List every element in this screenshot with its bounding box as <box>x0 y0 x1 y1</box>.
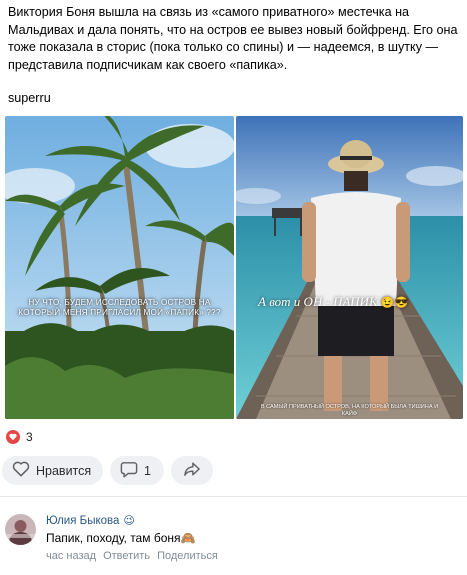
comment-count: 1 <box>144 463 151 478</box>
reactions-count: 3 <box>26 430 33 444</box>
comment-time[interactable]: час назад <box>46 550 96 562</box>
comment-author-name[interactable]: Юлия Быкова <box>46 515 119 527</box>
post-text: Виктория Боня вышла на связь из «самого … <box>8 5 458 72</box>
comment-text: Папик, походу, там боня🙈 <box>46 531 196 545</box>
share-icon <box>183 461 201 480</box>
comment-button[interactable]: 1 <box>110 456 164 485</box>
like-button[interactable]: Нравится <box>2 456 103 485</box>
heart-icon <box>6 430 20 444</box>
photo-right-small-caption: В САМЫЙ ПРИВАТНЫЙ ОСТРОВ, НА КОТОРЫЙ БЫЛ… <box>260 404 439 417</box>
share-link[interactable]: Поделиться <box>157 550 218 562</box>
like-label: Нравится <box>36 463 92 478</box>
post-source: superru <box>8 91 51 105</box>
comment-icon <box>120 461 138 481</box>
divider <box>0 496 467 497</box>
photo-palm-trees[interactable]: НУ ЧТО, БУДЕМ ИССЛЕДОВАТЬ ОСТРОВ НА КОТО… <box>5 116 234 419</box>
photo-pier[interactable]: А вот и ОН - ПАПИК 😉😎 В САМЫЙ ПРИВАТНЫЙ … <box>236 116 463 419</box>
avatar[interactable] <box>5 514 36 545</box>
comment-meta: час назад Ответить Поделиться <box>46 550 218 562</box>
photo-right-caption: А вот и ОН - ПАПИК 😉😎 <box>258 294 409 309</box>
comment-author-emoji: 😉 <box>123 515 135 527</box>
palm-trees-image <box>5 116 234 419</box>
reply-link[interactable]: Ответить <box>103 550 150 562</box>
comment-author[interactable]: Юлия Быкова 😉 <box>46 514 135 528</box>
share-button[interactable] <box>171 456 213 485</box>
photo-left-caption: НУ ЧТО, БУДЕМ ИССЛЕДОВАТЬ ОСТРОВ НА КОТО… <box>18 298 221 317</box>
heart-outline-icon <box>12 461 30 480</box>
pier-image <box>236 116 463 419</box>
reactions-summary[interactable]: 3 <box>6 430 33 444</box>
